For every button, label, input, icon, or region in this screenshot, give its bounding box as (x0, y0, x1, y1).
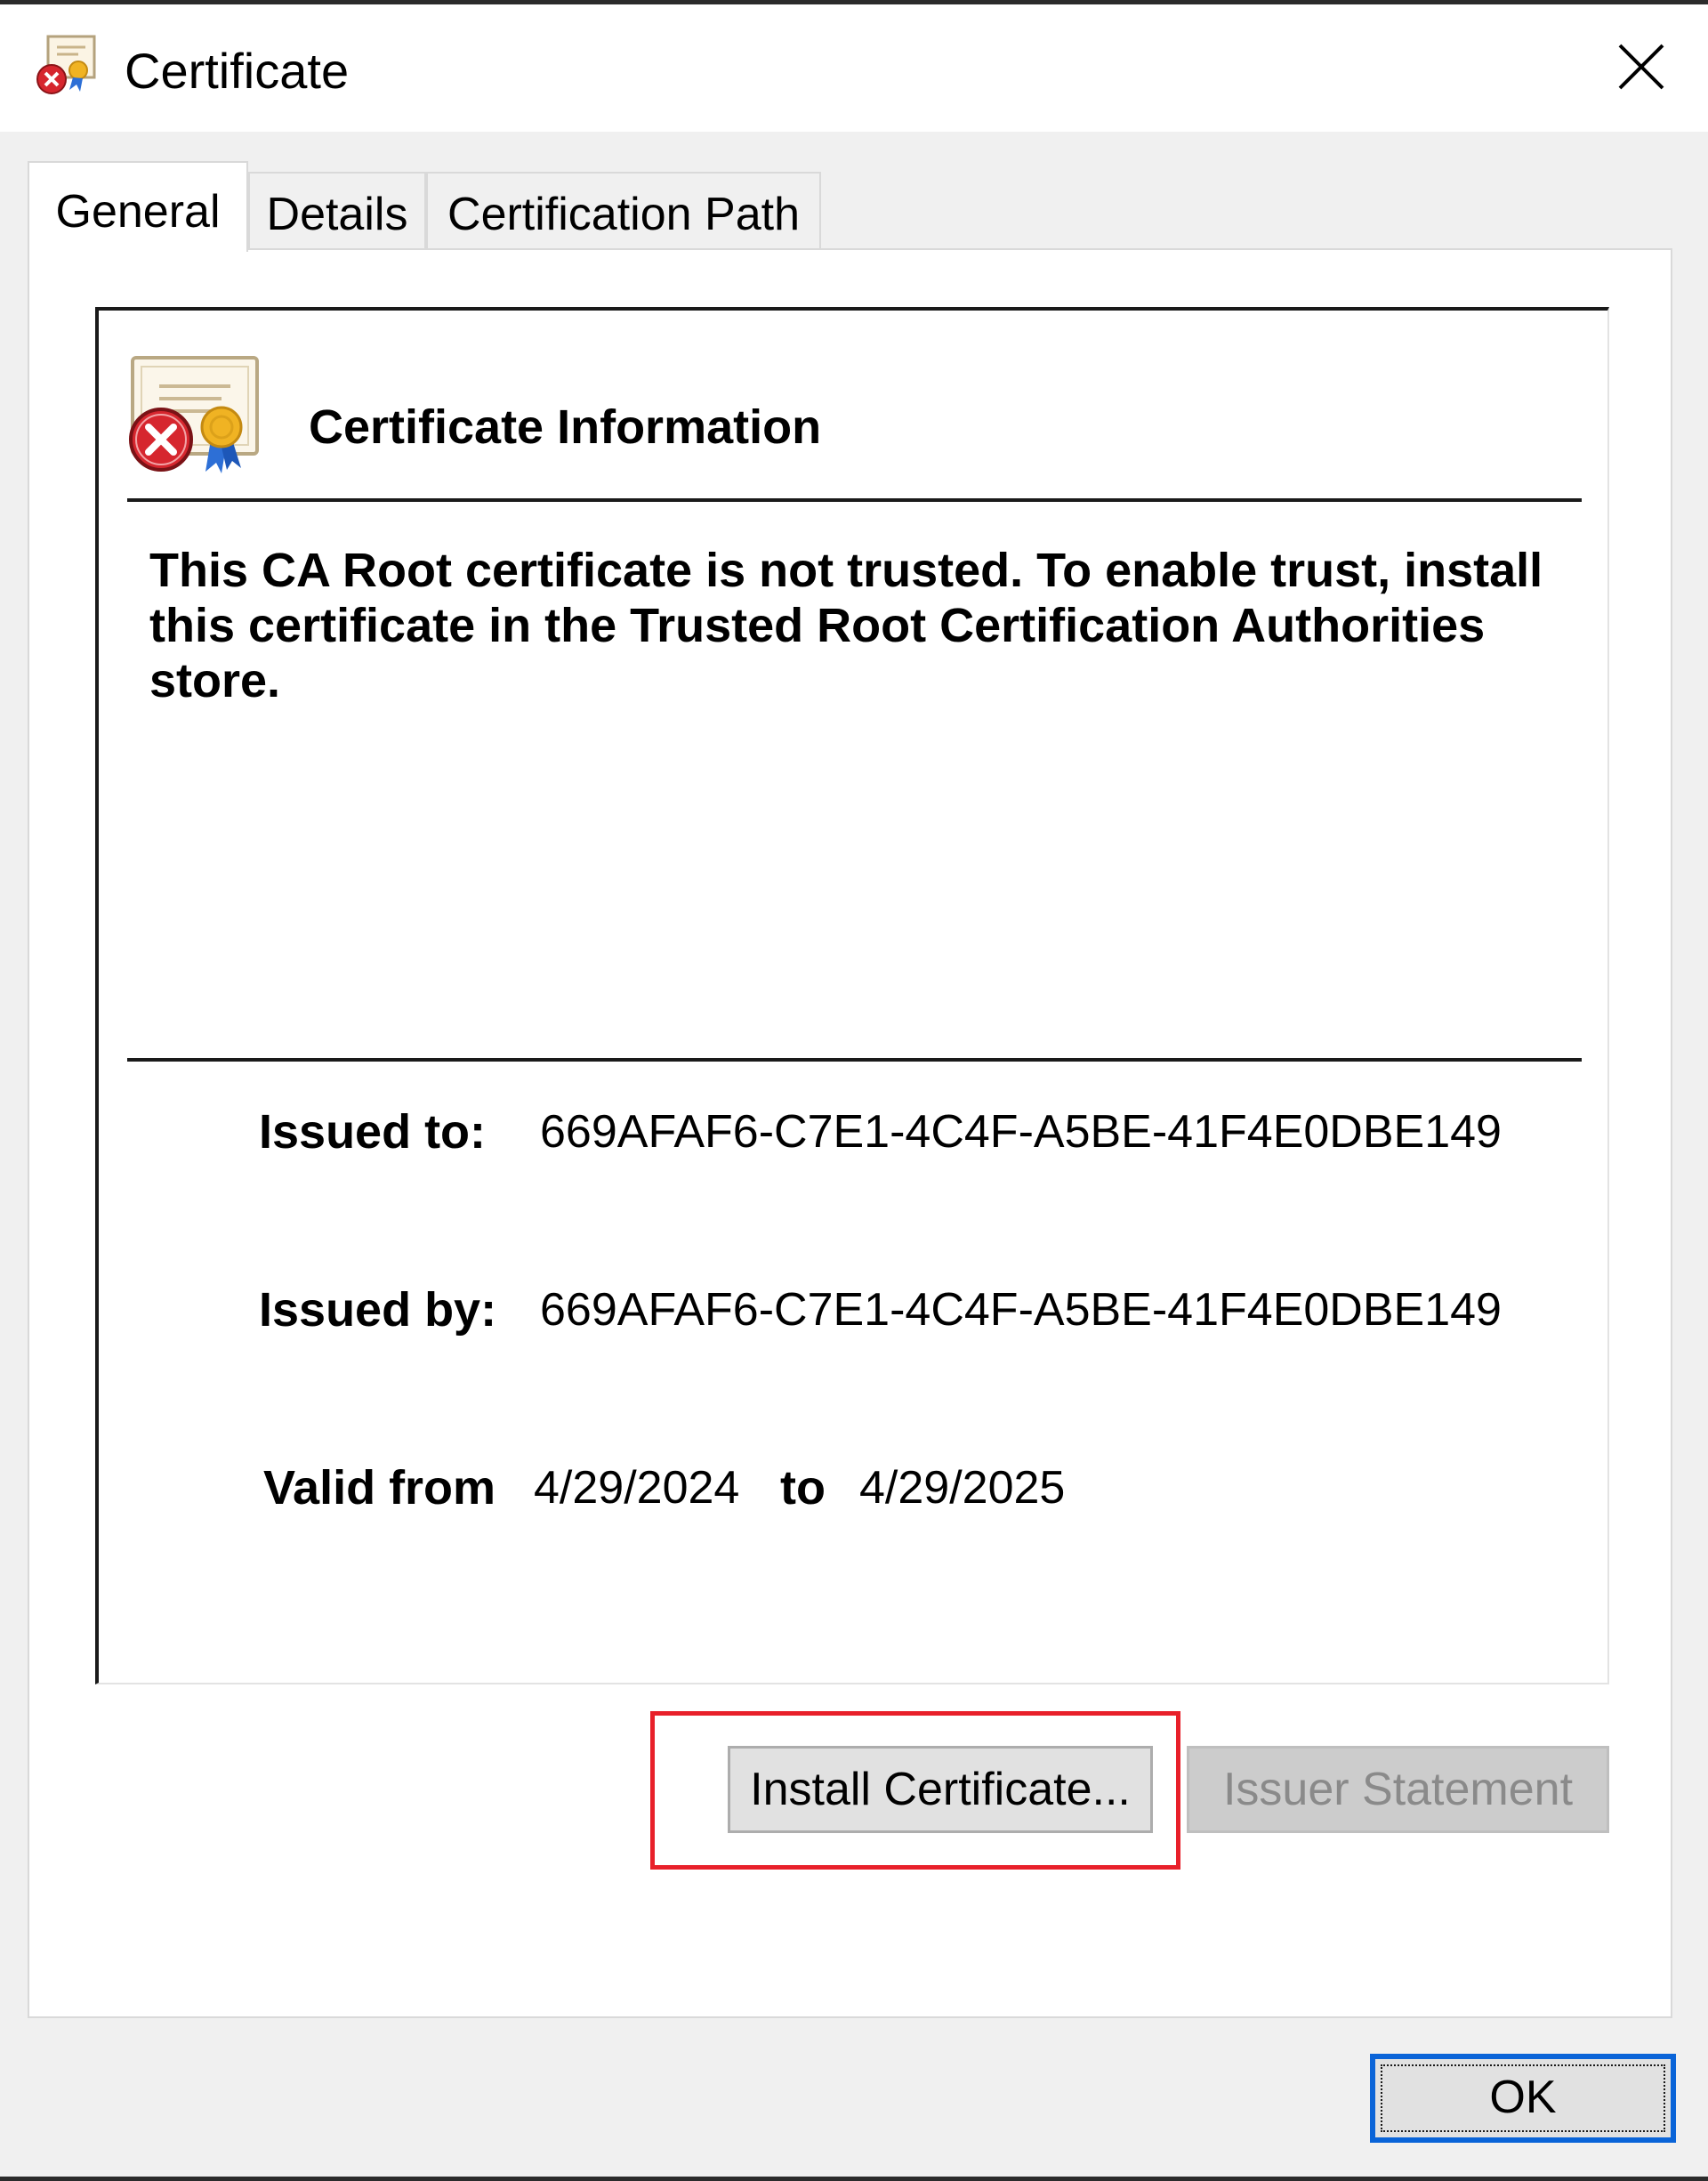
close-icon (1616, 42, 1666, 96)
trust-warning-message: This CA Root certificate is not trusted.… (149, 544, 1543, 707)
issuer-statement-button: Issuer Statement (1187, 1746, 1609, 1833)
certificate-information-heading: Certificate Information (309, 400, 822, 454)
issued-by-value: 669AFAF6-C7E1-4C4F-A5BE-41F4E0DBE149 (540, 1284, 1502, 1336)
title-bar: Certificate (0, 4, 1708, 132)
tab-certification-path[interactable]: Certification Path (426, 172, 821, 250)
issued-to-value: 669AFAF6-C7E1-4C4F-A5BE-41F4E0DBE149 (540, 1106, 1502, 1158)
window-title: Certificate (125, 43, 350, 99)
valid-to-label: to (780, 1461, 826, 1515)
valid-to-value: 4/29/2025 (859, 1462, 1066, 1514)
install-certificate-button[interactable]: Install Certificate... (728, 1746, 1153, 1833)
certificate-error-icon (127, 354, 265, 474)
ok-button[interactable]: OK (1370, 2054, 1676, 2143)
tab-general[interactable]: General (28, 161, 248, 252)
window-bottom-border (0, 2177, 1708, 2181)
valid-from-label: Valid from (263, 1461, 496, 1515)
divider (127, 1058, 1582, 1062)
close-button[interactable] (1592, 31, 1690, 107)
divider (127, 498, 1582, 502)
issued-to-label: Issued to: (259, 1105, 487, 1159)
valid-from-value: 4/29/2024 (534, 1462, 740, 1514)
certificate-error-icon (32, 31, 103, 102)
issued-by-label: Issued by: (259, 1283, 497, 1337)
tab-details[interactable]: Details (248, 172, 426, 250)
